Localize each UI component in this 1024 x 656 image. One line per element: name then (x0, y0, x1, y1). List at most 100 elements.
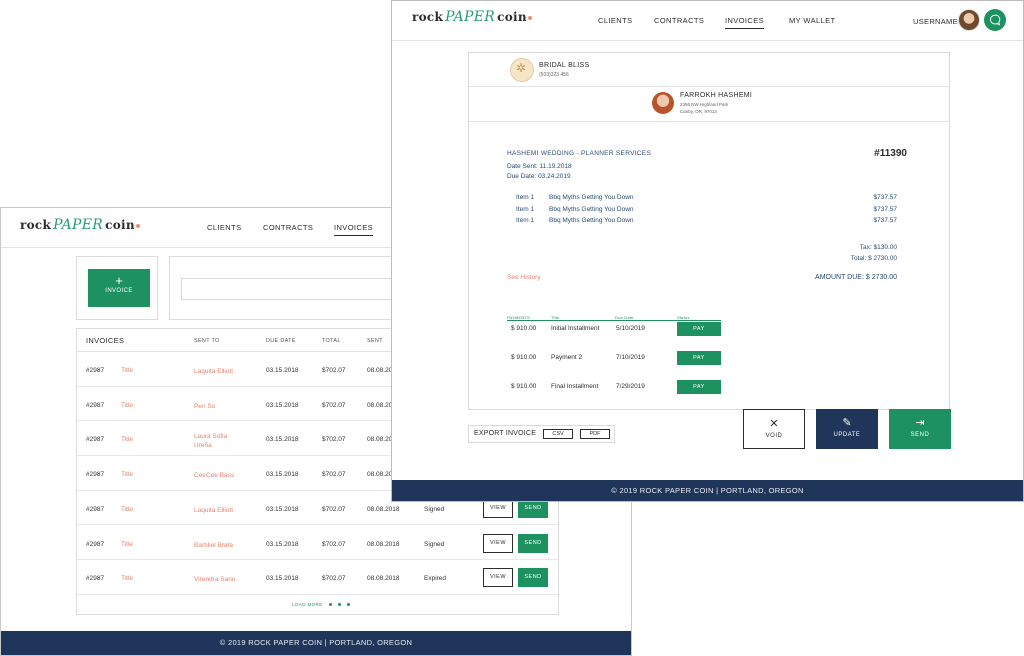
view-button[interactable]: VIEW (483, 533, 513, 553)
col-total: TOTAL (322, 338, 341, 344)
tax-amount: Tax: $130.00 (859, 244, 897, 251)
payment-title: Initial Installment (551, 325, 600, 332)
send-invoice-button[interactable]: ⇥ SEND (889, 409, 951, 449)
send-button[interactable]: SEND (518, 568, 548, 588)
nav-contracts[interactable]: CONTRACTS (263, 223, 313, 232)
dot-icon (328, 603, 332, 607)
logo-dot-icon (135, 223, 140, 228)
vendor-name: BRIDAL BLISS (539, 62, 590, 69)
pay-button[interactable]: PAY (677, 322, 721, 336)
col-due-date: DUE DATE (266, 338, 296, 344)
invoice-sent: 08.08.20 (367, 401, 393, 409)
table-title: INVOICES (86, 336, 125, 345)
invoice-title[interactable]: Title (121, 367, 133, 374)
invoice-sent: 08.08.20 (367, 436, 393, 444)
item-description: Bbq Myths Getting You Down (549, 206, 634, 213)
payment-title: Final Installment (551, 383, 599, 390)
invoice-total: $702.07 (322, 367, 346, 374)
void-label: VOID (765, 433, 783, 439)
invoice-title[interactable]: Title (121, 436, 133, 443)
nav-wallet[interactable]: MY WALLET (789, 16, 836, 25)
chat-button[interactable] (984, 9, 1006, 31)
table-row[interactable]: #2987 Title Barbliel Brata 03.15.2018 $7… (77, 526, 558, 561)
invoice-recipient[interactable]: CeeCee Bass (194, 471, 244, 480)
logo-text-right: coin (497, 10, 527, 24)
send-arrow-icon: ⇥ (915, 417, 925, 429)
payment-amount: $ 910.00 (511, 354, 537, 361)
nav-clients[interactable]: CLIENTS (598, 16, 632, 25)
username-label[interactable]: USERNAME (913, 17, 958, 26)
update-label: UPDATE (833, 432, 861, 438)
see-history-link[interactable]: See History (507, 274, 541, 281)
logo-text-right: coin (105, 218, 135, 232)
invoice-card: BRIDAL BLISS (503)323 456 FARROKH HASHEM… (468, 52, 950, 410)
void-button[interactable]: ✕ VOID (743, 409, 805, 449)
invoice-recipient[interactable]: Laquita Elliott (194, 506, 244, 515)
pay-button[interactable]: PAY (677, 380, 721, 394)
payment-date: 7/29/2019 (616, 383, 645, 390)
nav-contracts[interactable]: CONTRACTS (654, 16, 704, 25)
pay-button[interactable]: PAY (677, 351, 721, 365)
nav-invoices[interactable]: INVOICES (334, 223, 374, 236)
client-avatar (652, 92, 674, 114)
invoice-recipient[interactable]: Laquita Elliott (194, 367, 244, 376)
logo-text-mid: PAPER (53, 217, 104, 233)
invoice-title[interactable]: Title (121, 471, 133, 478)
invoice-number: #11390 (874, 148, 907, 159)
nav-clients[interactable]: CLIENTS (207, 223, 241, 232)
payment-amount: $ 910.00 (511, 383, 537, 390)
invoice-due: 03.15.2018 (266, 575, 299, 583)
view-button[interactable]: VIEW (483, 568, 513, 588)
item-label: Item 1 (516, 217, 535, 224)
payment-row: $ 910.00 Payment 2 7/10/2019 PAY (507, 351, 737, 365)
invoice-recipient[interactable]: Laura Sofia Ureña (194, 432, 244, 450)
export-panel: EXPORT INVOICE CSV PDF (468, 425, 615, 443)
brand-logo[interactable]: rock PAPER coin (20, 217, 140, 233)
plus-icon: + (115, 273, 123, 288)
invoice-title[interactable]: Title (121, 506, 133, 513)
vendor-logo-icon (510, 58, 534, 82)
new-invoice-label: INVOICE (105, 288, 133, 294)
invoice-title[interactable]: Title (121, 541, 133, 548)
invoice-id: #2987 (86, 436, 105, 444)
page-footer: © 2019 ROCK PAPER COIN | PORTLAND, OREGO… (1, 631, 631, 655)
invoice-sent: 08.08.2018 (367, 505, 400, 513)
new-invoice-button[interactable]: + INVOICE (88, 269, 150, 307)
col-sent: SENT (367, 338, 383, 344)
invoice-title[interactable]: Title (121, 402, 133, 409)
payment-title: Payment 2 (551, 354, 583, 361)
invoice-recipient[interactable]: Pen Su (194, 402, 244, 411)
header-divider (392, 40, 1023, 41)
item-description: Bbq Myths Getting You Down (549, 217, 634, 224)
invoice-status: Signed (424, 505, 445, 513)
client-name: FARROKH HASHEMI (680, 92, 753, 99)
invoice-id: #2987 (86, 367, 105, 374)
project-title: HASHEMI WEDDING - PLANNER SERVICES (507, 150, 652, 157)
payment-row: $ 910.00 Final Installment 7/29/2019 PAY (507, 380, 737, 394)
invoice-sent: 08.08.2018 (367, 575, 400, 583)
avatar[interactable] (958, 9, 980, 31)
invoice-status: Signed (424, 540, 445, 548)
new-invoice-panel: + INVOICE (76, 256, 158, 320)
update-button[interactable]: ✎ UPDATE (816, 409, 878, 449)
invoice-id: #2987 (86, 540, 105, 548)
load-more-link[interactable]: LOAD MORE (292, 602, 350, 607)
send-button[interactable]: SEND (518, 533, 548, 553)
nav-invoices[interactable]: INVOICES (725, 16, 765, 29)
invoice-recipient[interactable]: Virendra Sanu (194, 575, 244, 584)
load-more-label: LOAD MORE (292, 602, 323, 607)
export-pdf-button[interactable]: PDF (580, 429, 610, 439)
invoice-recipient[interactable]: Barbliel Brata (194, 541, 244, 550)
total-amount: Total: $ 2730.00 (850, 255, 897, 262)
table-row[interactable]: #2987 Title Virendra Sanu 03.15.2018 $70… (77, 560, 558, 595)
invoice-due: 03.15.2018 (266, 436, 299, 444)
line-item: Item 1 Bbq Myths Getting You Down $737.5… (516, 194, 897, 204)
item-amount: $737.57 (873, 194, 898, 201)
export-csv-button[interactable]: CSV (543, 429, 573, 439)
payment-date: 5/10/2019 (616, 325, 645, 332)
brand-logo[interactable]: rock PAPER coin (412, 9, 532, 25)
invoice-title[interactable]: Title (121, 575, 133, 582)
payment-row: $ 910.00 Initial Installment 5/10/2019 P… (507, 322, 737, 336)
due-date: Due Date: 03.24.2019 (507, 173, 571, 180)
card-divider (469, 86, 949, 87)
